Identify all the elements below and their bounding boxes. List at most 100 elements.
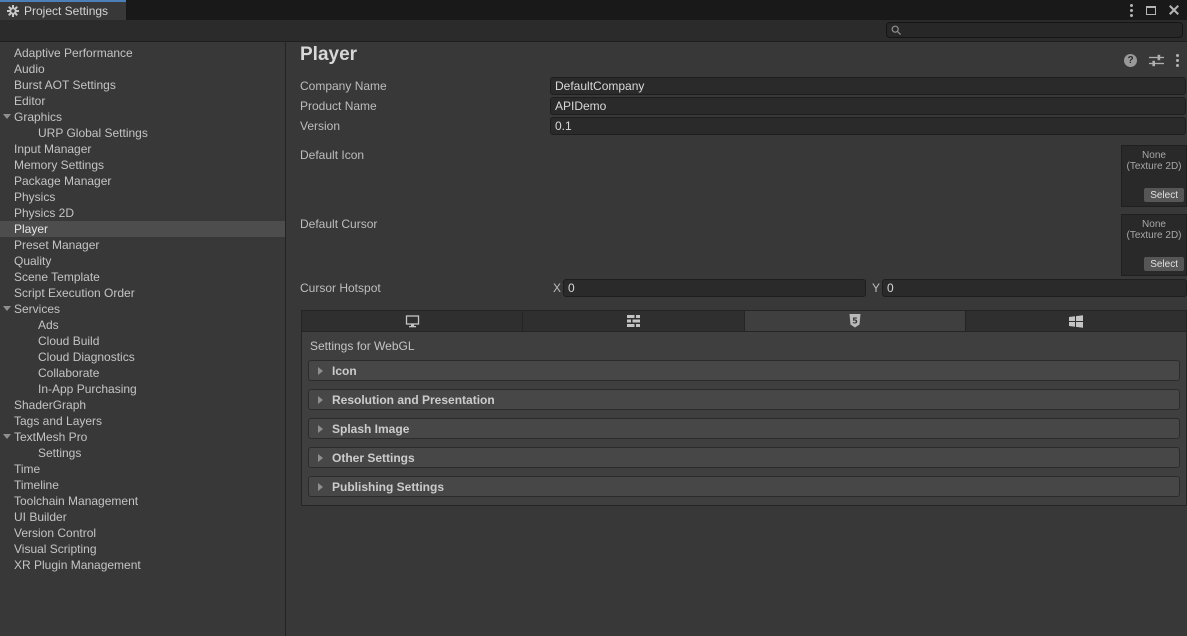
sidebar-item-label: Input Manager (14, 142, 91, 156)
sidebar-item-timeline[interactable]: Timeline (0, 477, 285, 493)
sidebar-item-script-execution-order[interactable]: Script Execution Order (0, 285, 285, 301)
panel-menu-icon[interactable] (1176, 54, 1179, 67)
sidebar-item-label: Scene Template (14, 270, 100, 284)
sidebar-item-label: Ads (38, 318, 59, 332)
sidebar-item-scene-template[interactable]: Scene Template (0, 269, 285, 285)
sidebar-item-label: URP Global Settings (38, 126, 148, 140)
hotspot-y-input[interactable] (882, 279, 1187, 297)
sidebar: Adaptive Performance Audio Burst AOT Set… (0, 42, 286, 636)
section-label: Resolution and Presentation (332, 393, 495, 407)
default-icon-texture-picker[interactable]: None (Texture 2D) Select (1121, 145, 1187, 207)
product-name-input[interactable] (550, 97, 1186, 115)
sidebar-item-physics[interactable]: Physics (0, 189, 285, 205)
settings-for-platform-label: Settings for WebGL (310, 339, 415, 353)
sidebar-item-cloud-build[interactable]: Cloud Build (0, 333, 285, 349)
settings-section-resolution-and-presentation[interactable]: Resolution and Presentation (308, 389, 1180, 410)
sidebar-item-adaptive-performance[interactable]: Adaptive Performance (0, 45, 285, 61)
sidebar-item-label: TextMesh Pro (14, 430, 87, 444)
sidebar-item-label: In-App Purchasing (38, 382, 137, 396)
presets-icon[interactable] (1149, 54, 1164, 67)
tab-webgl[interactable]: 5 (745, 311, 966, 331)
default-cursor-texture-picker[interactable]: None (Texture 2D) Select (1121, 214, 1187, 276)
default-icon-type-label: (Texture 2D) (1122, 161, 1186, 172)
sidebar-item-urp-global-settings[interactable]: URP Global Settings (0, 125, 285, 141)
product-name-label: Product Name (300, 97, 377, 115)
titlebar: Project Settings (0, 0, 1187, 20)
sidebar-item-settings[interactable]: Settings (0, 445, 285, 461)
tab-windows[interactable] (966, 311, 1186, 331)
default-icon-none-label: None (1122, 150, 1186, 161)
settings-section-splash-image[interactable]: Splash Image (308, 418, 1180, 439)
sidebar-item-collaborate[interactable]: Collaborate (0, 365, 285, 381)
version-label: Version (300, 117, 340, 135)
sidebar-item-label: Collaborate (38, 366, 99, 380)
sidebar-item-ui-builder[interactable]: UI Builder (0, 509, 285, 525)
hotspot-x-input[interactable] (563, 279, 866, 297)
sidebar-item-label: Quality (14, 254, 51, 268)
hotspot-y-label: Y (872, 279, 880, 297)
window-controls (1130, 0, 1179, 20)
sidebar-item-memory-settings[interactable]: Memory Settings (0, 157, 285, 173)
company-name-input[interactable] (550, 77, 1186, 95)
sidebar-item-label: Toolchain Management (14, 494, 138, 508)
close-icon[interactable] (1169, 5, 1179, 15)
default-cursor-select-button[interactable]: Select (1144, 257, 1184, 271)
sidebar-item-in-app-purchasing[interactable]: In-App Purchasing (0, 381, 285, 397)
help-icon[interactable]: ? (1124, 54, 1137, 67)
sidebar-item-quality[interactable]: Quality (0, 253, 285, 269)
sidebar-item-label: Script Execution Order (14, 286, 135, 300)
sidebar-item-audio[interactable]: Audio (0, 61, 285, 77)
sidebar-item-services[interactable]: Services (0, 301, 285, 317)
tab-standalone[interactable] (302, 311, 523, 331)
project-settings-window: Project Settings Adaptive Performance (0, 0, 1187, 636)
sidebar-item-label: Version Control (14, 526, 96, 540)
sidebar-item-input-manager[interactable]: Input Manager (0, 141, 285, 157)
tab-dedicated-server[interactable] (523, 311, 744, 331)
sidebar-item-label: Player (14, 222, 48, 236)
sidebar-item-label: Audio (14, 62, 45, 76)
sidebar-item-toolchain-management[interactable]: Toolchain Management (0, 493, 285, 509)
sidebar-item-label: Timeline (14, 478, 59, 492)
sidebar-item-textmesh-pro[interactable]: TextMesh Pro (0, 429, 285, 445)
project-settings-tab[interactable]: Project Settings (0, 0, 126, 20)
sidebar-item-player[interactable]: Player (0, 221, 285, 237)
settings-section-icon[interactable]: Icon (308, 360, 1180, 381)
chevron-down-icon[interactable] (3, 114, 11, 119)
section-label: Other Settings (332, 451, 415, 465)
settings-sections: Icon Resolution and Presentation Splash … (308, 360, 1180, 505)
sidebar-item-graphics[interactable]: Graphics (0, 109, 285, 125)
chevron-right-icon (318, 483, 323, 491)
sidebar-item-tags-and-layers[interactable]: Tags and Layers (0, 413, 285, 429)
chevron-down-icon[interactable] (3, 306, 11, 311)
settings-section-publishing-settings[interactable]: Publishing Settings (308, 476, 1180, 497)
html5-icon: 5 (849, 314, 861, 328)
search-input[interactable] (902, 23, 1182, 37)
sidebar-item-cloud-diagnostics[interactable]: Cloud Diagnostics (0, 349, 285, 365)
version-input[interactable] (550, 117, 1186, 135)
sidebar-item-xr-plugin-management[interactable]: XR Plugin Management (0, 557, 285, 573)
panel-header-icons: ? (1124, 54, 1179, 67)
chevron-down-icon[interactable] (3, 434, 11, 439)
settings-section-other-settings[interactable]: Other Settings (308, 447, 1180, 468)
sidebar-item-label: Settings (38, 446, 81, 460)
sidebar-item-version-control[interactable]: Version Control (0, 525, 285, 541)
default-icon-label: Default Icon (300, 146, 364, 164)
window-menu-icon[interactable] (1130, 4, 1133, 17)
gear-icon (7, 5, 19, 17)
search-box[interactable] (886, 22, 1183, 38)
sidebar-item-editor[interactable]: Editor (0, 93, 285, 109)
sidebar-item-burst-aot-settings[interactable]: Burst AOT Settings (0, 77, 285, 93)
sidebar-item-label: Memory Settings (14, 158, 104, 172)
sidebar-item-package-manager[interactable]: Package Manager (0, 173, 285, 189)
sidebar-item-preset-manager[interactable]: Preset Manager (0, 237, 285, 253)
sidebar-item-physics-2d[interactable]: Physics 2D (0, 205, 285, 221)
default-icon-select-button[interactable]: Select (1144, 188, 1184, 202)
sidebar-item-time[interactable]: Time (0, 461, 285, 477)
server-icon (627, 315, 640, 327)
chevron-right-icon (318, 367, 323, 375)
sidebar-item-visual-scripting[interactable]: Visual Scripting (0, 541, 285, 557)
sidebar-item-label: Graphics (14, 110, 62, 124)
sidebar-item-shadergraph[interactable]: ShaderGraph (0, 397, 285, 413)
maximize-icon[interactable] (1146, 6, 1156, 15)
sidebar-item-ads[interactable]: Ads (0, 317, 285, 333)
